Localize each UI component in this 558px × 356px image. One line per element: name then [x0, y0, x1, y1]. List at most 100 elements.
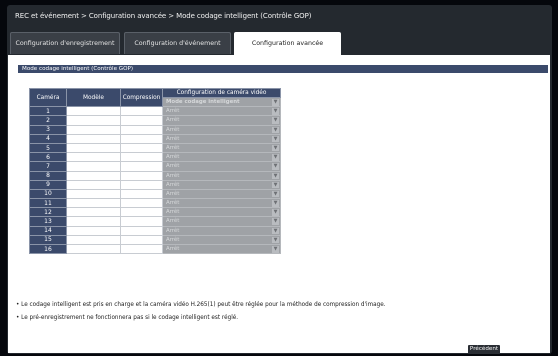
notes: • Le codage intelligent est pris en char… [16, 299, 386, 325]
camera-number: 9 [29, 179, 67, 190]
mode-select-value: Arrêt [166, 236, 180, 243]
mode-select: Arrêt ▼ [162, 216, 281, 227]
model-cell [66, 152, 121, 163]
compression-cell [120, 207, 163, 218]
chevron-down-icon: ▼ [272, 117, 279, 124]
mode-select: Arrêt ▼ [162, 198, 281, 209]
chevron-down-icon: ▼ [272, 172, 279, 179]
table-row: 9 Arrêt ▼ [29, 179, 281, 190]
table-row: 5 Arrêt ▼ [29, 142, 281, 154]
header-model: Modèle [66, 87, 121, 108]
model-cell [66, 243, 121, 255]
model-cell [66, 170, 121, 181]
model-cell [66, 198, 121, 209]
table-row: 10 Arrêt ▼ [29, 188, 281, 200]
mode-all-select: Mode codage intelligent ▼ [162, 96, 281, 108]
camera-number: 12 [29, 207, 67, 218]
mode-select-value: Arrêt [166, 190, 180, 197]
compression-cell [120, 234, 163, 246]
mode-select: Arrêt ▼ [162, 152, 281, 163]
camera-number: 3 [29, 124, 67, 135]
model-cell [66, 133, 121, 144]
camera-number: 16 [29, 243, 67, 255]
mode-select-value: Arrêt [166, 172, 180, 179]
table-row: 3 Arrêt ▼ [29, 124, 281, 135]
chevron-down-icon: ▼ [272, 236, 279, 244]
model-cell [66, 124, 121, 135]
tab-advanced-config[interactable]: Configuration avancée [234, 32, 341, 56]
chevron-down-icon: ▼ [272, 154, 279, 161]
compression-cell [120, 161, 163, 172]
compression-cell [120, 142, 163, 154]
model-cell [66, 225, 121, 236]
table-row: 15 Arrêt ▼ [29, 234, 281, 246]
section-title: Mode codage intelligent (Contrôle GOP) [18, 65, 548, 73]
tab-event-config[interactable]: Configuration d'événement [124, 32, 231, 54]
chevron-down-icon: ▼ [272, 218, 279, 225]
mode-select-value: Arrêt [166, 218, 180, 225]
compression-cell [120, 179, 163, 190]
compression-cell [120, 106, 163, 117]
compression-cell [120, 225, 163, 236]
mode-select: Arrêt ▼ [162, 115, 281, 126]
camera-table: Caméra Modèle Compression Configuration … [29, 87, 281, 255]
mode-select: Arrêt ▼ [162, 234, 281, 246]
chevron-down-icon: ▼ [272, 144, 279, 152]
camera-number: 1 [29, 106, 67, 117]
chevron-down-icon: ▼ [272, 246, 279, 253]
camera-number: 2 [29, 115, 67, 126]
header-compression: Compression [120, 87, 163, 108]
tab-bar: Configuration d'enregistrement Configura… [7, 32, 552, 56]
table-row: 1 Arrêt ▼ [29, 106, 281, 117]
mode-select-value: Arrêt [166, 154, 180, 161]
note-line: • Le pré-enregistrement ne fonctionnera … [16, 315, 239, 321]
header-camera: Caméra [29, 87, 67, 108]
mode-select: Arrêt ▼ [162, 161, 281, 172]
camera-number: 5 [29, 142, 67, 154]
table-row: 8 Arrêt ▼ [29, 170, 281, 181]
tab-recording-config[interactable]: Configuration d'enregistrement [10, 32, 120, 54]
mode-select: Arrêt ▼ [162, 142, 281, 154]
compression-cell [120, 198, 163, 209]
camera-number: 11 [29, 198, 67, 209]
model-cell [66, 142, 121, 154]
chevron-down-icon: ▼ [272, 163, 279, 170]
table-row: 13 Arrêt ▼ [29, 216, 281, 227]
compression-cell [120, 243, 163, 255]
mode-select-value: Arrêt [166, 135, 180, 142]
table-row: 4 Arrêt ▼ [29, 133, 281, 144]
mode-select: Arrêt ▼ [162, 243, 281, 255]
model-cell [66, 207, 121, 218]
table-row: 7 Arrêt ▼ [29, 161, 281, 172]
mode-select-value: Arrêt [166, 126, 180, 133]
compression-cell [120, 124, 163, 135]
camera-number: 6 [29, 152, 67, 163]
camera-number: 7 [29, 161, 67, 172]
compression-cell [120, 188, 163, 200]
breadcrumb: REC et événement > Configuration avancée… [15, 12, 312, 20]
model-cell [66, 188, 121, 200]
camera-number: 15 [29, 234, 67, 246]
mode-select: Arrêt ▼ [162, 133, 281, 144]
table-row: 11 Arrêt ▼ [29, 198, 281, 209]
camera-number: 8 [29, 170, 67, 181]
previous-button[interactable]: Précédent [468, 345, 500, 354]
mode-select-value: Arrêt [166, 246, 180, 252]
model-cell [66, 106, 121, 117]
mode-select-value: Arrêt [166, 108, 180, 115]
chevron-down-icon: ▼ [272, 108, 279, 115]
mode-select-value: Arrêt [166, 200, 180, 207]
model-cell [66, 161, 121, 172]
model-cell [66, 115, 121, 126]
mode-select-value: Arrêt [166, 209, 180, 216]
camera-number: 10 [29, 188, 67, 200]
settings-window: REC et événement > Configuration avancée… [7, 5, 552, 354]
compression-cell [120, 133, 163, 144]
model-cell [66, 179, 121, 190]
chevron-down-icon: ▼ [272, 181, 279, 189]
camera-number: 14 [29, 225, 67, 236]
mode-select: Arrêt ▼ [162, 106, 281, 117]
mode-select-value: Arrêt [166, 181, 180, 188]
camera-number: 13 [29, 216, 67, 227]
mode-all-value: Mode codage intelligent [166, 99, 240, 105]
